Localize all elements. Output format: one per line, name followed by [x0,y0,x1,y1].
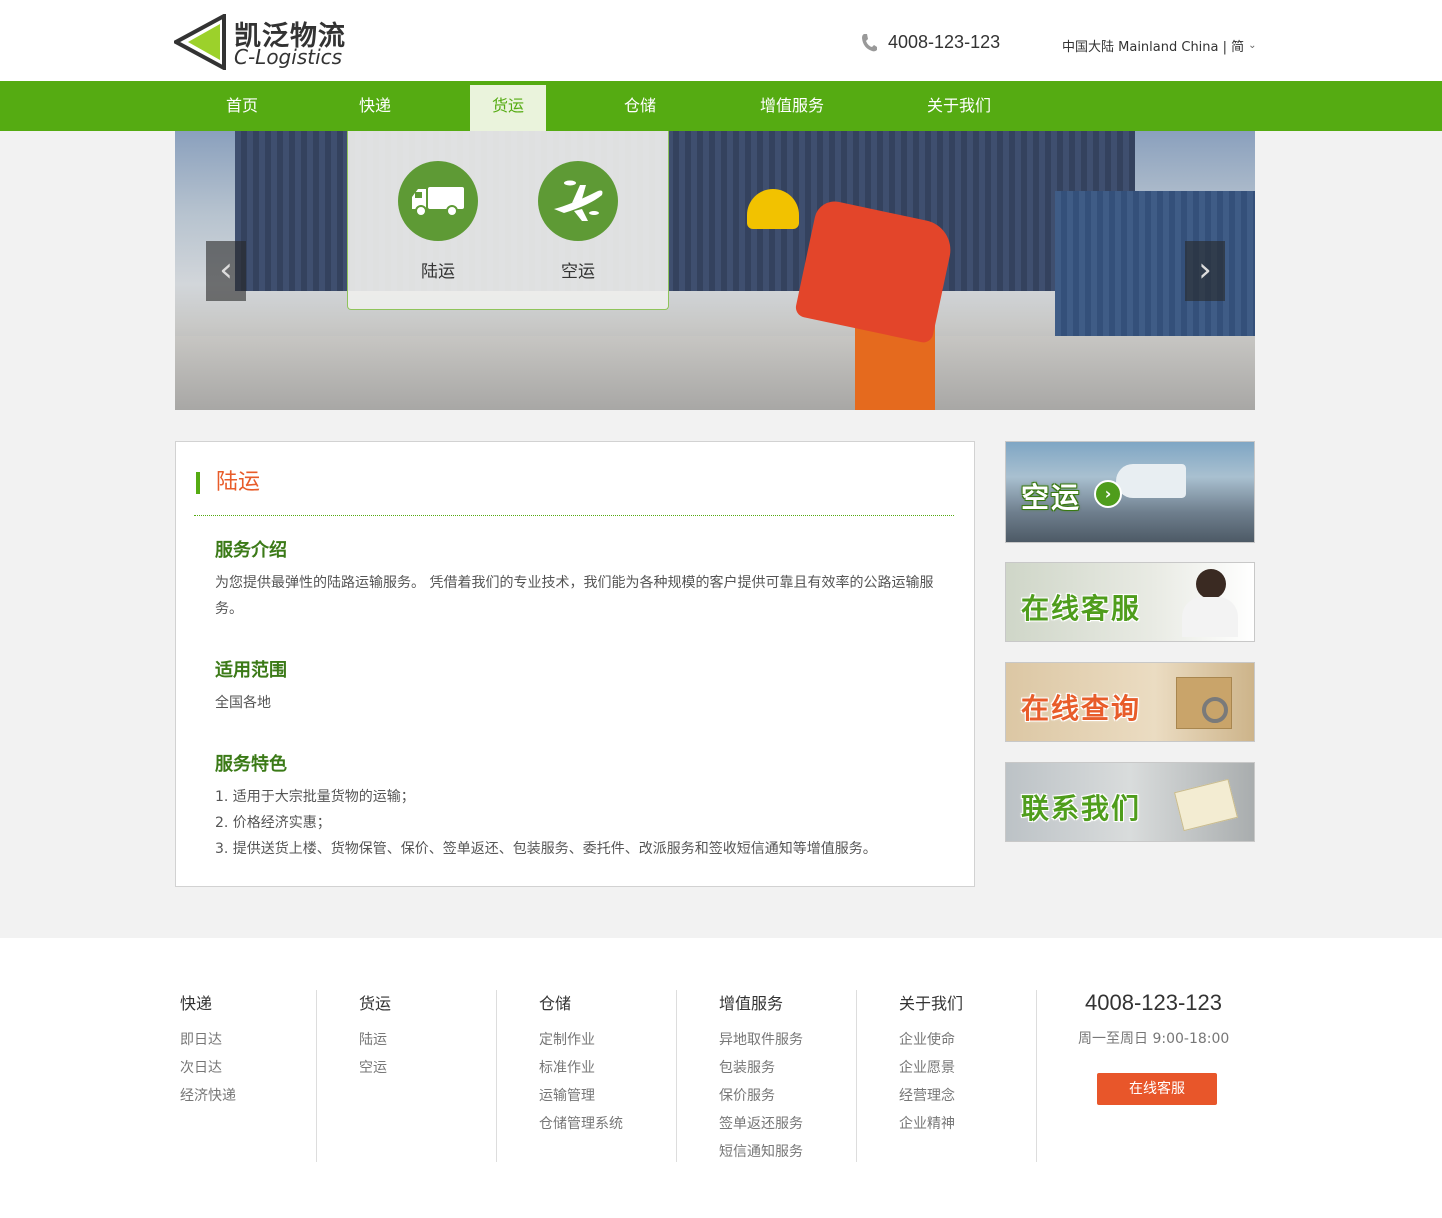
footer-column-about: 关于我们 企业使命 企业愿景 经营理念 企业精神 [895,990,1037,1162]
footer-column-title: 增值服务 [719,994,784,1013]
footer-link[interactable]: 次日达 [180,1060,316,1076]
section-text: 全国各地 [215,695,271,711]
arrow-right-circle-icon: › [1094,480,1122,508]
side-banner-label: 在线客服 [1021,592,1142,625]
side-banner-label: 在线查询 [1021,692,1142,725]
footer-link[interactable]: 陆运 [359,1032,496,1048]
side-banner-label: 联系我们 [1021,792,1142,825]
nav-item-warehouse[interactable]: 仓储 [603,81,677,131]
freight-dropdown-menu: 陆运 空运 [347,131,669,310]
feature-list-item: 1. 适用于大宗批量货物的运输； [215,789,415,805]
hero-banner: ‹ › [175,131,1255,410]
banner-prev-arrow[interactable]: ‹ [206,241,246,301]
footer-link[interactable]: 空运 [359,1060,496,1076]
dropdown-item-label: 空运 [561,262,595,282]
section-heading: 服务特色 [215,754,287,775]
site-footer: 快递 即日达 次日达 经济快递 货运 陆运 空运 仓储 定制作业 标准作业 运输… [0,938,1442,1218]
online-service-button[interactable]: 在线客服 [1097,1073,1217,1105]
footer-column-title: 仓储 [539,994,572,1013]
nav-item-home[interactable]: 首页 [205,81,279,131]
footer-column-freight: 货运 陆运 空运 [355,990,497,1162]
site-logo[interactable]: 凯泛物流 C-Logistics [174,14,364,70]
footer-column-title: 快递 [180,994,213,1013]
side-banner-air-freight[interactable]: 空运 › [1005,441,1255,543]
footer-column-warehouse: 仓储 定制作业 标准作业 运输管理 仓储管理系统 [535,990,677,1162]
agent-head-image [1196,569,1226,599]
agent-body-image [1182,597,1238,637]
dropdown-item-label: 陆运 [421,262,455,282]
dropdown-item-land[interactable]: 陆运 [398,161,478,282]
phone-icon [862,33,877,51]
header-phone-number: 4008-123-123 [888,32,1001,52]
chevron-down-icon: ⌄ [1248,40,1257,51]
banner-ground [175,336,1255,410]
envelope-icon [1173,778,1239,832]
logo-english-name: C-Logistics [234,45,343,69]
airplane-image [1116,464,1186,498]
footer-link[interactable]: 异地取件服务 [719,1032,856,1048]
section-text: 为您提供最弹性的陆路运输服务。 凭借着我们的专业技术，我们能为各种规模的客户提供… [215,575,934,617]
footer-column-express: 快递 即日达 次日达 经济快递 [176,990,317,1162]
footer-link[interactable]: 经营理念 [899,1088,1036,1104]
page-title: 陆运 [196,472,260,494]
site-header: 凯泛物流 C-Logistics 4008-123-123 中国大陆 Mainl… [0,0,1442,81]
dropdown-item-air[interactable]: 空运 [538,161,618,282]
footer-link[interactable]: 标准作业 [539,1060,676,1076]
footer-service-hours: 周一至周日 9:00-18:00 [1078,1031,1230,1047]
nav-item-about[interactable]: 关于我们 [915,81,1003,131]
nav-item-freight[interactable]: 货运 [470,85,546,131]
section-heading: 适用范围 [215,660,287,681]
region-language-selector[interactable]: 中国大陆 Mainland China | 简 ⌄ [1062,36,1257,55]
dropdown-circle [538,161,618,241]
side-banner-contact-us[interactable]: 联系我们 [1005,762,1255,842]
footer-link[interactable]: 即日达 [180,1032,316,1048]
footer-link[interactable]: 企业精神 [899,1116,1036,1132]
magnifier-icon [1202,697,1228,723]
main-nav: 首页 快递 货运 仓储 增值服务 关于我们 [0,81,1442,131]
nav-item-express[interactable]: 快递 [338,81,412,131]
footer-link[interactable]: 包装服务 [719,1060,856,1076]
footer-link[interactable]: 经济快递 [180,1088,316,1104]
title-divider [194,515,954,516]
airplane-icon [554,180,603,221]
region-label: 中国大陆 Mainland China | 简 [1062,40,1245,55]
footer-link[interactable]: 保价服务 [719,1088,856,1104]
dropdown-circle [398,161,478,241]
footer-link[interactable]: 仓储管理系统 [539,1116,676,1132]
header-phone: 4008-123-123 [860,32,1000,53]
side-banner-label: 空运 [1021,481,1082,514]
nav-item-value-added[interactable]: 增值服务 [748,81,836,131]
footer-column-title: 关于我们 [899,994,964,1013]
banner-container-image-right [1055,191,1255,341]
banner-next-arrow[interactable]: › [1185,241,1225,301]
footer-phone-number: 4008-123-123 [1085,990,1223,1015]
footer-column-title: 货运 [359,994,392,1013]
footer-link[interactable]: 短信通知服务 [719,1144,856,1160]
main-content-panel: 陆运 服务介绍 为您提供最弹性的陆路运输服务。 凭借着我们的专业技术，我们能为各… [175,441,975,887]
logo-triangle-icon [174,14,226,70]
truck-icon [412,187,464,217]
section-heading: 服务介绍 [215,540,287,561]
feature-list-item: 2. 价格经济实惠； [215,815,331,831]
side-banner-online-service[interactable]: 在线客服 [1005,562,1255,642]
footer-link[interactable]: 企业使命 [899,1032,1036,1048]
footer-column-value-added: 增值服务 异地取件服务 包装服务 保价服务 签单返还服务 短信通知服务 [715,990,857,1162]
footer-link[interactable]: 定制作业 [539,1032,676,1048]
footer-link[interactable]: 企业愿景 [899,1060,1036,1076]
footer-link[interactable]: 签单返还服务 [719,1116,856,1132]
feature-list-item: 3. 提供送货上楼、货物保管、保价、签单返还、包装服务、委托件、改派服务和签收短… [215,841,877,857]
side-banner-online-query[interactable]: 在线查询 [1005,662,1255,742]
footer-link[interactable]: 运输管理 [539,1088,676,1104]
